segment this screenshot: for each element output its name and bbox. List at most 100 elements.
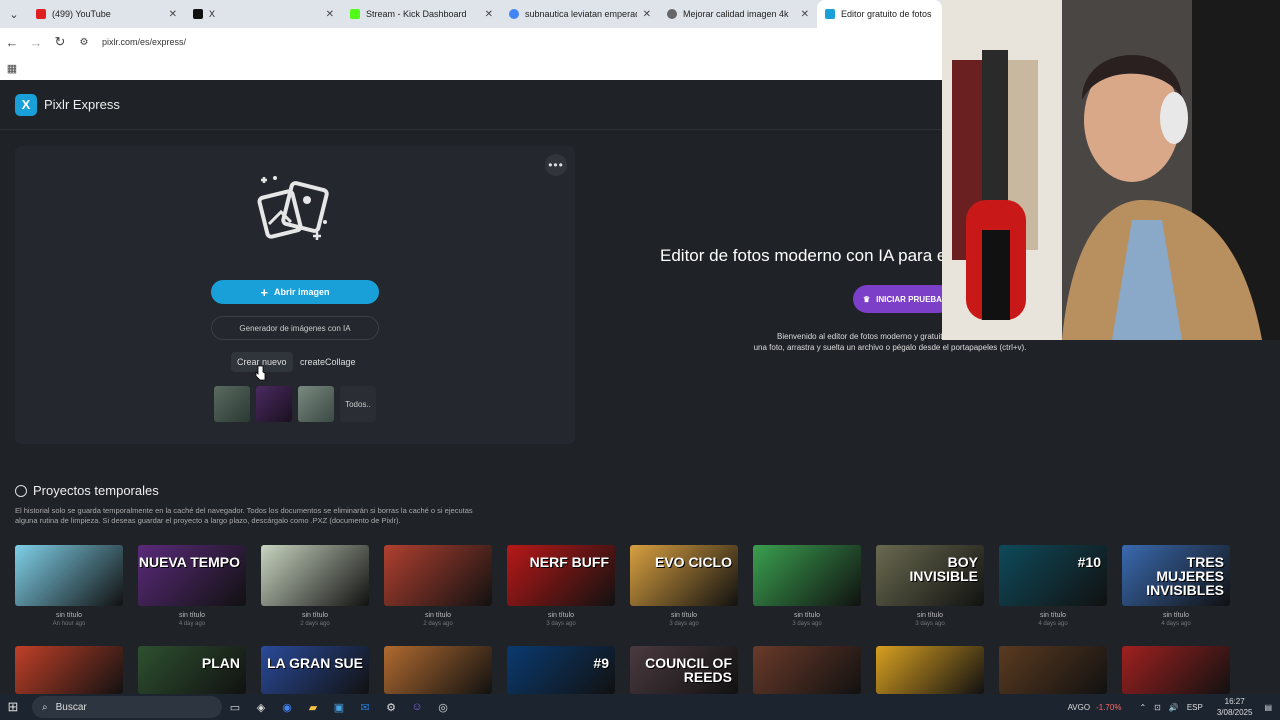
projects-description: El historial solo se guarda temporalment…	[15, 506, 473, 525]
globe-icon	[667, 9, 677, 19]
project-caption: sin título 3 days ago	[507, 612, 615, 627]
windows-start-icon[interactable]: ⊞	[0, 694, 26, 720]
chrome-icon[interactable]: ◉	[274, 694, 300, 720]
thumbnail-text: NUEVA TEMPO	[138, 554, 240, 570]
task-view-icon[interactable]: ▭	[222, 694, 248, 720]
reload-icon[interactable]: ↻	[48, 34, 72, 50]
hand-cursor-icon	[255, 365, 266, 381]
close-icon[interactable]: ✕	[485, 9, 493, 20]
project-date: An hour ago	[52, 621, 86, 627]
project-thumbnail[interactable]	[1122, 646, 1230, 694]
pixlr-logo-icon[interactable]: X	[15, 93, 37, 116]
projects-title: Proyectos temporales	[33, 483, 159, 498]
project-caption: sin título 2 days ago	[384, 612, 492, 627]
close-icon[interactable]: ✕	[801, 9, 809, 20]
clock[interactable]: 16:27 3/08/2025	[1217, 696, 1253, 718]
images-illustration-icon	[257, 176, 329, 240]
tab-label: Editor gratuito de fotos con	[841, 9, 934, 19]
thumbnail-text: #9	[593, 655, 609, 671]
recent-image-thumbnail[interactable]	[214, 386, 250, 422]
projects-heading: Proyectos temporales	[15, 483, 159, 498]
project-thumbnail[interactable]	[261, 545, 369, 606]
project-thumbnail[interactable]	[15, 646, 123, 694]
steam-icon[interactable]: ⚙	[378, 694, 404, 720]
project-thumbnail[interactable]: NUEVA TEMPO	[138, 545, 246, 606]
brand-name: Pixlr Express	[44, 97, 120, 112]
copilot-icon[interactable]: ◈	[248, 694, 274, 720]
back-icon[interactable]: ←	[0, 35, 24, 50]
open-image-button[interactable]: + Abrir imagen	[211, 280, 379, 304]
notifications-icon[interactable]: ▤	[1264, 703, 1272, 712]
tab-google-search[interactable]: subnautica leviatan emperador ✕	[501, 0, 659, 28]
project-thumbnail[interactable]	[384, 545, 492, 606]
project-date: 4 day ago	[178, 621, 206, 627]
close-icon[interactable]: ✕	[643, 9, 651, 20]
project-caption: sin título 2 days ago	[261, 612, 369, 627]
tab-label: Mejorar calidad imagen 4k	[683, 9, 789, 19]
close-icon[interactable]: ✕	[169, 9, 177, 20]
volume-icon[interactable]: 🔊	[1169, 703, 1179, 712]
project-thumbnail[interactable]: PLAN	[138, 646, 246, 694]
apps-grid-icon[interactable]: ▦	[0, 62, 24, 75]
start-trial-button[interactable]: ♛ INICIAR PRUEBA	[853, 285, 953, 313]
project-date: 3 days ago	[792, 621, 822, 627]
network-icon[interactable]: ⊡	[1154, 703, 1161, 712]
project-thumbnail[interactable]	[876, 646, 984, 694]
lang-label[interactable]: ESP	[1187, 703, 1203, 712]
project-date: 2 days ago	[300, 621, 330, 627]
project-name: sin título	[916, 612, 944, 619]
pixlr-icon	[825, 9, 835, 19]
project-date: 4 days ago	[1161, 621, 1191, 627]
all-recent-button[interactable]: Todos..	[340, 386, 376, 422]
tab-pixlr[interactable]: Editor gratuito de fotos con	[817, 0, 942, 28]
project-thumbnail[interactable]: COUNCIL OF REEDS	[630, 646, 738, 694]
store-icon[interactable]: ▣	[326, 694, 352, 720]
taskbar-search[interactable]: ⌕ Buscar	[32, 696, 222, 718]
thumbnail-text: #10	[1077, 554, 1101, 570]
project-thumbnail[interactable]: LA GRAN SUE	[261, 646, 369, 694]
tab-mejorar-calidad[interactable]: Mejorar calidad imagen 4k ✕	[659, 0, 817, 28]
tab-x[interactable]: X ✕	[185, 0, 342, 28]
ai-generator-button[interactable]: Generador de imágenes con IA	[211, 316, 379, 340]
recent-image-thumbnail[interactable]	[256, 386, 292, 422]
outlook-icon[interactable]: ✉	[352, 694, 378, 720]
tab-youtube[interactable]: (499) YouTube ✕	[28, 0, 185, 28]
crown-icon: ♛	[863, 294, 871, 304]
project-thumbnail[interactable]	[999, 646, 1107, 694]
url-field[interactable]: pixlr.com/es/express/	[102, 37, 186, 47]
tab-search-chevron-icon[interactable]: ⌄	[0, 0, 28, 28]
project-name: sin título	[1162, 612, 1190, 619]
project-thumbnail[interactable]: TRES MUJERES INVISIBLES	[1122, 545, 1230, 606]
project-caption: sin título An hour ago	[15, 612, 123, 627]
project-thumbnail[interactable]	[15, 545, 123, 606]
obs-icon[interactable]: ◎	[430, 694, 456, 720]
discord-icon[interactable]: ☺	[404, 694, 430, 720]
project-date: 4 days ago	[1038, 621, 1068, 627]
webcam-overlay	[942, 0, 1280, 340]
project-thumbnail[interactable]	[384, 646, 492, 694]
project-thumbnail[interactable]: #10	[999, 545, 1107, 606]
thumbnail-text: TRES MUJERES INVISIBLES	[1146, 554, 1224, 598]
project-name: sin título	[178, 612, 206, 619]
close-icon[interactable]: ✕	[326, 9, 334, 20]
project-thumbnail[interactable]	[753, 545, 861, 606]
project-thumbnail[interactable]: #9	[507, 646, 615, 694]
forward-icon[interactable]: →	[24, 35, 48, 50]
recent-image-thumbnail[interactable]	[298, 386, 334, 422]
thumbnail-text: NERF BUFF	[529, 554, 609, 570]
youtube-icon	[36, 9, 46, 19]
tab-label: (499) YouTube	[52, 9, 111, 19]
site-info-icon[interactable]: ⚙	[72, 37, 96, 48]
chevron-up-icon[interactable]: ⌃	[1139, 703, 1146, 712]
project-thumbnail[interactable]: BOY INVISIBLE	[876, 545, 984, 606]
project-thumbnail[interactable]	[753, 646, 861, 694]
project-thumbnail[interactable]: NERF BUFF	[507, 545, 615, 606]
project-thumbnail[interactable]: EVO CICLO	[630, 545, 738, 606]
project-caption: sin título 4 day ago	[138, 612, 246, 627]
tab-kick[interactable]: Stream - Kick Dashboard ✕	[342, 0, 501, 28]
create-collage-button[interactable]: createCollage	[294, 352, 362, 372]
more-options-icon[interactable]: •••	[545, 154, 567, 176]
project-caption: sin título 3 days ago	[753, 612, 861, 627]
file-explorer-icon[interactable]: ▰	[300, 694, 326, 720]
hero-desc-line-2: una foto, arrastra y suelta un archivo o…	[753, 343, 1027, 352]
